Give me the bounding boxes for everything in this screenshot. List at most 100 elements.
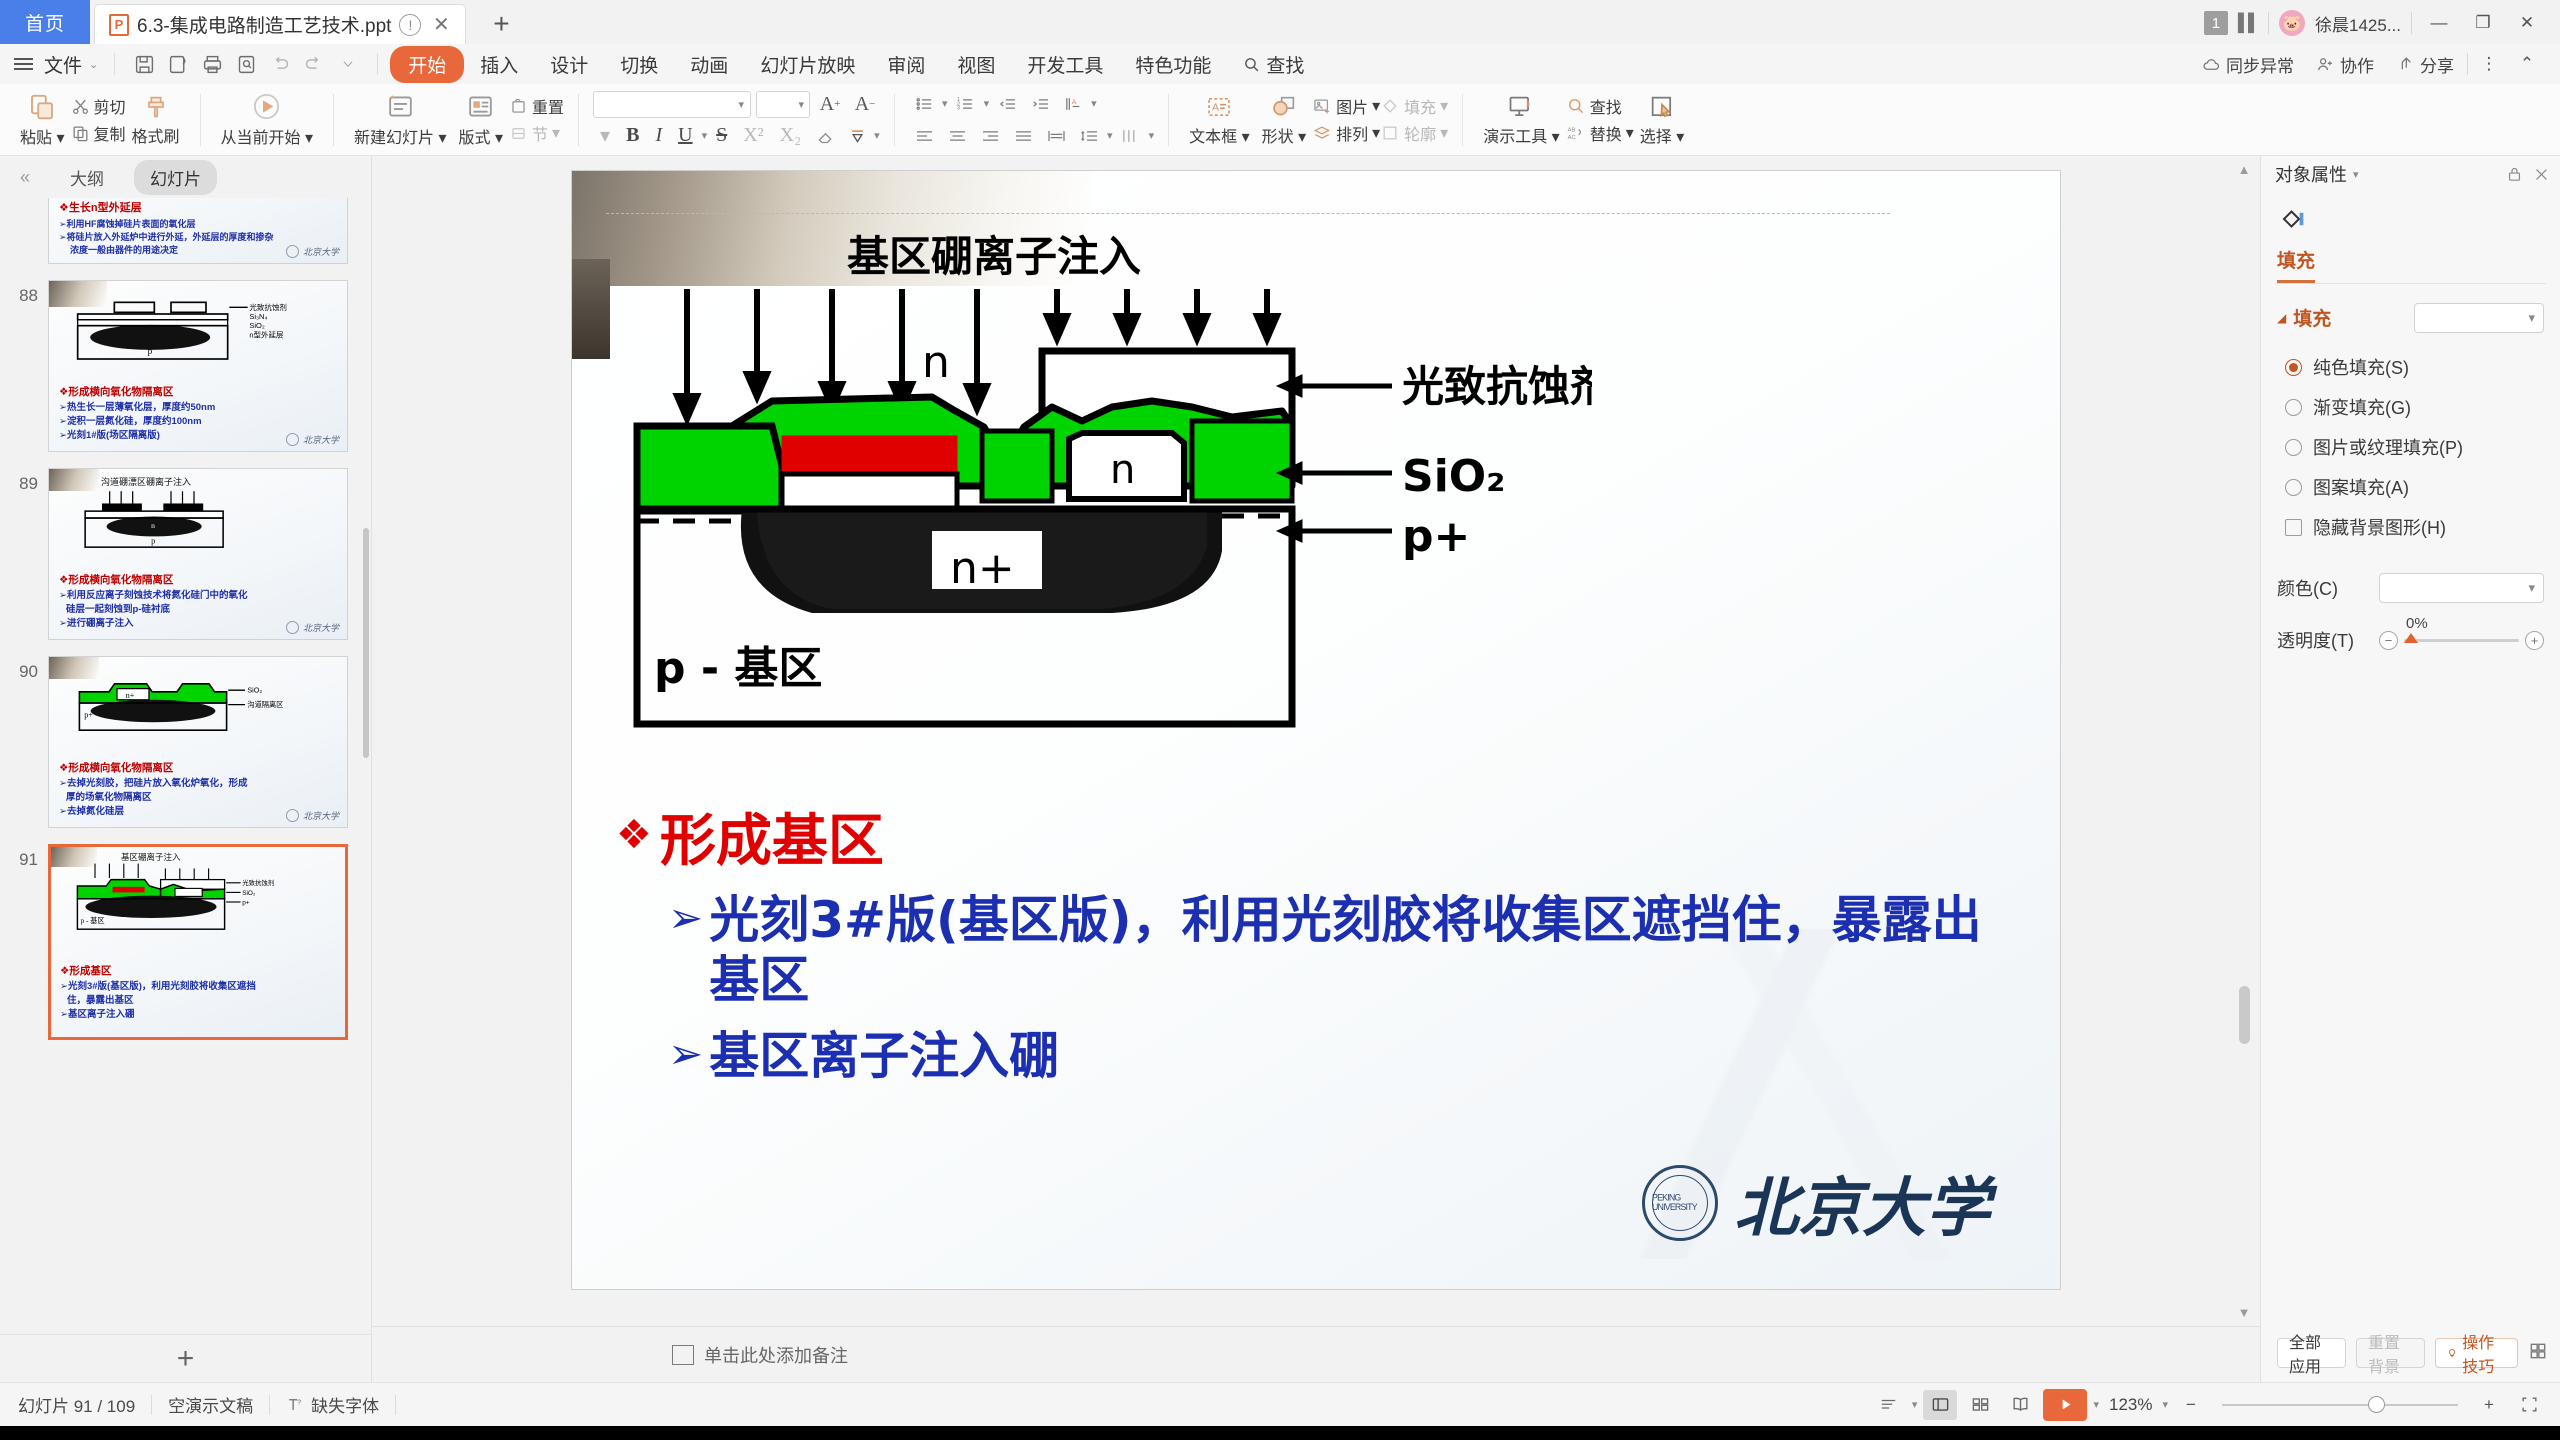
presentation-name[interactable]: 空演示文稿 [152, 1392, 269, 1417]
present-tools-button[interactable]: 演示工具 ▾ [1477, 93, 1566, 147]
close-icon[interactable] [2533, 166, 2550, 183]
zoom-in-button[interactable]: + [2472, 1390, 2506, 1420]
fill-option-solid[interactable]: 纯色填充(S) [2261, 347, 2560, 387]
paste-button[interactable]: 粘贴 ▾ [14, 92, 71, 148]
shapes-button[interactable]: 形状 ▾ [1256, 93, 1313, 147]
chevron-down-icon[interactable]: ▾ [2353, 168, 2359, 181]
transparency-knob[interactable] [2404, 632, 2418, 643]
chevron-down-icon[interactable]: ▾ [1149, 129, 1155, 142]
print-preview-icon[interactable] [229, 49, 263, 79]
minimize-button[interactable]: — [2422, 10, 2456, 36]
undo-icon[interactable] [263, 49, 297, 79]
print-icon[interactable] [195, 49, 229, 79]
grid-icon[interactable] [2528, 1341, 2548, 1366]
list-item[interactable]: 90 n+ p+ SiO₂ 沟道隔离区 ❖形成横向氧化物隔离区 ➢去掉光刻胶，把… [0, 656, 371, 828]
sync-status-button[interactable]: 同步异常 [2193, 48, 2303, 81]
font-size-input[interactable]: ▾ [756, 90, 811, 118]
outline-view-icon[interactable] [1872, 1390, 1906, 1420]
increase-transparency-button[interactable]: + [2525, 630, 2544, 650]
new-tab-button[interactable]: + [484, 8, 518, 40]
text-direction-icon[interactable]: A [1058, 91, 1088, 117]
bold-button[interactable]: B [619, 124, 646, 147]
avatar[interactable]: 🐷 [2279, 10, 2305, 36]
ribbon-tab-start[interactable]: 开始 [390, 45, 465, 83]
add-slide-button[interactable]: + [0, 1334, 371, 1382]
transparency-track[interactable]: 0% [2404, 615, 2519, 643]
page-badge[interactable]: 1 [2203, 11, 2228, 35]
slide-thumbnail[interactable]: ❖生长n型外延层 ➢利用HF腐蚀掉硅片表面的氧化层 ➢将硅片放入外延炉中进行外延… [48, 198, 348, 264]
collapse-panel-icon[interactable]: « [10, 167, 40, 188]
decrease-transparency-button[interactable]: − [2379, 630, 2398, 650]
outline-button[interactable]: 轮廓 ▾ [1380, 121, 1448, 145]
scroll-up-arrow[interactable]: ▲ [2237, 162, 2251, 177]
fill-option-picture[interactable]: 图片或纹理填充(P) [2261, 427, 2560, 467]
list-item[interactable]: 91 基区硼离子注入 p - 基区 光致抗蚀剂 SiO₂ p+ ❖形成基区 ➢光… [0, 844, 371, 1040]
layout-button[interactable]: 版式 ▾ [453, 91, 510, 148]
align-left-icon[interactable] [909, 123, 939, 149]
hamburger-menu-icon[interactable] [14, 58, 33, 70]
chevron-down-icon[interactable]: ▾ [984, 97, 990, 110]
ribbon-tab-developer[interactable]: 开发工具 [1011, 46, 1119, 83]
strikethrough-button[interactable]: S [709, 124, 734, 147]
align-center-icon[interactable] [942, 123, 972, 149]
slide-thumbnail[interactable]: 沟道硼漂区硼离子注入 n p ❖形成横向氧化物隔离区 ➢利用反应离子刻蚀技术将氮… [48, 468, 348, 640]
start-from-current-button[interactable]: 从当前开始 ▾ [215, 91, 320, 148]
fit-to-window-icon[interactable] [2512, 1390, 2546, 1420]
share-button[interactable]: 分享 [2387, 48, 2463, 81]
fill-option-hide-bg[interactable]: 隐藏背景图形(H) [2261, 507, 2560, 547]
tab-outline[interactable]: 大纲 [54, 160, 120, 195]
slide-thumbnail[interactable]: n+ p+ SiO₂ 沟道隔离区 ❖形成横向氧化物隔离区 ➢去掉光刻胶，把硅片放… [48, 656, 348, 828]
text-box-button[interactable]: A 文本框 ▾ [1183, 93, 1256, 147]
list-item[interactable]: ❖生长n型外延层 ➢利用HF腐蚀掉硅片表面的氧化层 ➢将硅片放入外延炉中进行外延… [0, 198, 371, 264]
close-tab-icon[interactable]: ✕ [429, 12, 453, 37]
fill-button[interactable]: 填充 ▾ [1380, 94, 1448, 118]
save-icon[interactable] [127, 49, 161, 79]
scroll-down-arrow[interactable]: ▼ [2237, 1305, 2251, 1320]
ribbon-tab-animation[interactable]: 动画 [674, 46, 744, 83]
user-name[interactable]: 徐晨1425... [2315, 11, 2401, 36]
select-button[interactable]: 选择 ▾ [1634, 93, 1691, 147]
customize-quick-access-icon[interactable] [331, 49, 365, 79]
format-painter-button[interactable]: 格式刷 [126, 93, 186, 147]
ribbon-tab-review[interactable]: 审阅 [871, 46, 941, 83]
slide-canvas[interactable]: 基区硼离子注入 n n+ p - 基区 n 光致抗蚀剂 SiO₂ p+ ❖ 形成… [571, 170, 2061, 1290]
ribbon-tab-special-features[interactable]: 特色功能 [1119, 46, 1227, 83]
clear-format-icon[interactable] [810, 123, 840, 149]
chevron-down-icon[interactable]: ▾ [1912, 1398, 1918, 1411]
cut-button[interactable]: 剪切 [71, 94, 126, 118]
new-slide-button[interactable]: 新建幻灯片 ▾ [348, 91, 453, 148]
line-spacing-icon[interactable] [1074, 123, 1104, 149]
find-button[interactable]: 查找 [1566, 94, 1634, 118]
ribbon-tab-insert[interactable]: 插入 [464, 46, 534, 83]
chevron-down-icon[interactable]: ▾ [1091, 97, 1097, 110]
fill-preset-combo[interactable]: ▾ [2414, 302, 2544, 333]
collaborate-button[interactable]: 协作 [2307, 48, 2383, 81]
ribbon-tab-design[interactable]: 设计 [534, 46, 604, 83]
chevron-down-icon[interactable]: ▾ [2093, 1398, 2099, 1411]
zoom-out-button[interactable]: − [2174, 1390, 2208, 1420]
zoom-slider[interactable] [2222, 1395, 2458, 1413]
file-menu-button[interactable]: 文件 ⌄ [40, 51, 102, 78]
chevron-down-icon[interactable]: ▾ [2162, 1398, 2168, 1411]
font-family-input[interactable]: ▾ [593, 90, 752, 118]
columns-icon[interactable] [1116, 123, 1146, 149]
italic-button[interactable]: I [648, 124, 669, 147]
slide-sorter-icon[interactable] [1963, 1390, 1997, 1420]
fill-option-gradient[interactable]: 渐变填充(G) [2261, 387, 2560, 427]
tab-fill[interactable]: 填充 [2277, 246, 2316, 283]
close-window-button[interactable]: ✕ [2510, 10, 2544, 36]
copy-button[interactable]: 复制 [71, 121, 126, 145]
missing-font-status[interactable]: ? 缺失字体 [270, 1392, 395, 1417]
replace-button[interactable]: AB AC 替换 ▾ [1566, 121, 1633, 145]
thumbnail-list[interactable]: ❖生长n型外延层 ➢利用HF腐蚀掉硅片表面的氧化层 ➢将硅片放入外延炉中进行外延… [0, 198, 371, 1334]
increase-font-size-button[interactable]: A + [815, 91, 845, 117]
transparency-slider[interactable]: − 0% + [2379, 615, 2544, 650]
bulleted-list-icon[interactable] [909, 91, 939, 117]
color-picker-combo[interactable]: ▾ [2379, 573, 2544, 603]
list-item[interactable]: 88 p 光致抗蚀剂 Si₃N₄ SiO₂ n型外延层 ❖形成横向氧化物隔离区 … [0, 280, 371, 452]
picture-button[interactable]: 图片 ▾ [1312, 94, 1380, 118]
slide-thumbnail[interactable]: p 光致抗蚀剂 Si₃N₄ SiO₂ n型外延层 ❖形成横向氧化物隔离区 ➢热生… [48, 280, 348, 452]
fill-option-pattern[interactable]: 图案填充(A) [2261, 467, 2560, 507]
slide-scrollbar-thumb[interactable] [2239, 986, 2250, 1044]
superscript-button[interactable]: X² [736, 124, 770, 147]
